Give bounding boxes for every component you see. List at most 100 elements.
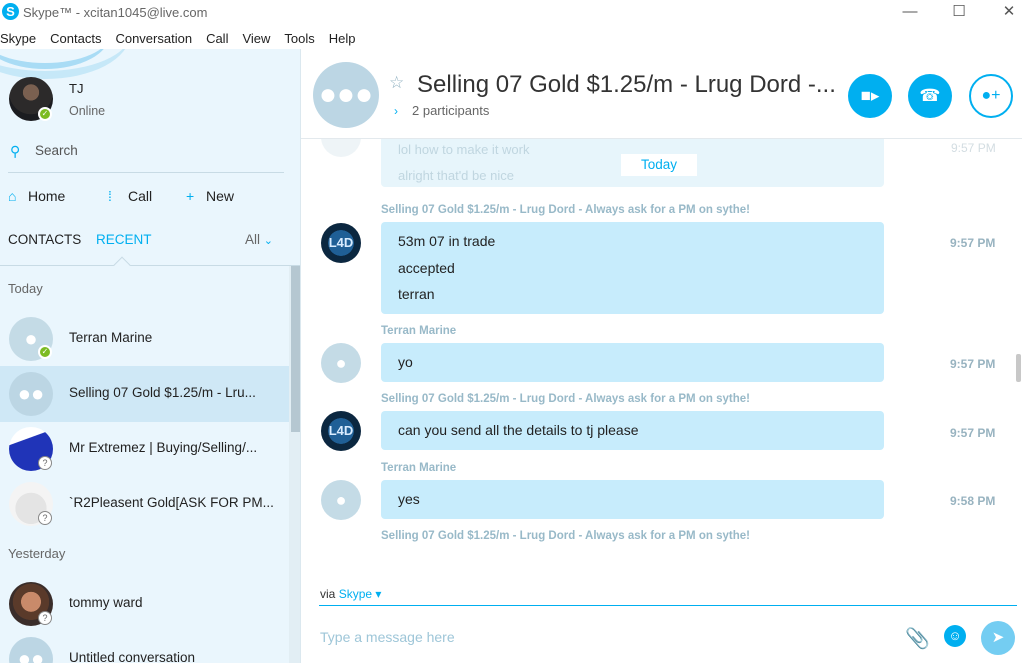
close-button[interactable]: ✕ [986, 0, 1022, 26]
home-button[interactable]: ⌂ Home [8, 186, 65, 210]
person-icon: ● [335, 490, 347, 510]
menu-help[interactable]: Help [329, 29, 356, 49]
window-title: Skype™ - xcitan1045@live.com [23, 5, 208, 20]
paperclip-icon[interactable]: 📎 [905, 626, 930, 651]
person-icon: ● [335, 353, 347, 373]
message-scrollbar[interactable] [1016, 354, 1021, 382]
menu-call[interactable]: Call [206, 29, 228, 49]
profile-name: TJ [69, 81, 84, 96]
contact-name: `R2Pleasent Gold[ASK FOR PM... [69, 495, 274, 510]
list-item[interactable]: ? tommy ward [0, 576, 289, 632]
message-time: 9:57 PM [950, 357, 996, 371]
typing-sender: Selling 07 Gold $1.25/m - Lrug Dord - Al… [381, 530, 750, 542]
send-button[interactable]: ➤ [981, 621, 1015, 655]
message-sender: Selling 07 Gold $1.25/m - Lrug Dord - Al… [381, 393, 750, 405]
new-label: New [206, 188, 235, 204]
menu-skype[interactable]: Skype [0, 29, 36, 49]
group-label-today: Today [8, 281, 43, 296]
skype-logo-icon: S [2, 3, 19, 20]
message-input[interactable]: Type a message here [320, 629, 455, 645]
unknown-status-icon: ? [38, 611, 52, 625]
avatar[interactable]: L4D [321, 223, 361, 263]
phone-icon: ☎ [919, 86, 941, 105]
avatar: ●● [9, 637, 53, 663]
message-time: 9:57 PM [950, 236, 996, 250]
title-bar: S Skype™ - xcitan1045@live.com — ☐ ✕ [0, 0, 1022, 26]
menu-bar: Skype Contacts Conversation Call View To… [0, 29, 370, 49]
group-icon: ●● [17, 381, 45, 406]
search-icon: ⚲ [10, 143, 21, 159]
video-call-button[interactable]: ■▸ [848, 74, 892, 118]
message-bubble[interactable]: 53m 07 in trade accepted terran [381, 222, 884, 314]
list-item[interactable]: ●● Selling 07 Gold $1.25/m - Lru... [0, 366, 289, 422]
send-arrow-icon: ➤ [991, 629, 1005, 646]
message-text: yes [398, 491, 420, 507]
conversation-title[interactable]: Selling 07 Gold $1.25/m - Lrug Dord -... [417, 71, 836, 99]
favorite-star-icon[interactable]: ☆ [389, 73, 404, 93]
sidebar-scrollbar[interactable] [289, 266, 300, 663]
message-bubble[interactable]: yo [381, 343, 884, 382]
message-bubble[interactable]: can you send all the details to tj pleas… [381, 411, 884, 450]
message-text: yo [398, 354, 413, 370]
call-button[interactable]: ⁞ Call [108, 186, 152, 210]
avatar [321, 139, 361, 157]
online-status-icon: ✓ [38, 107, 52, 121]
search-box[interactable]: ⚲ Search [8, 143, 284, 173]
contact-name: Untitled conversation [69, 650, 196, 663]
profile-status[interactable]: Online [69, 104, 105, 118]
group-label-yesterday: Yesterday [8, 546, 66, 561]
message-time: 9:57 PM [950, 426, 996, 440]
message-text: terran [398, 286, 435, 302]
new-button[interactable]: + New [186, 186, 234, 210]
add-participant-button[interactable]: ●+ [969, 74, 1013, 118]
via-prefix: via [320, 587, 336, 601]
tab-contacts[interactable]: CONTACTS [8, 232, 81, 247]
scrollbar-thumb[interactable] [291, 266, 300, 432]
conversation-avatar[interactable]: ●●● [313, 62, 379, 128]
message-time: 9:57 PM [951, 141, 996, 155]
video-camera-icon: ■▸ [860, 86, 880, 105]
contact-name: Terran Marine [69, 330, 153, 345]
via-service-selector[interactable]: via Skype ▾ [320, 587, 381, 601]
profile-card[interactable]: ✓ TJ Online [0, 49, 300, 129]
active-tab-indicator [113, 256, 131, 274]
message-text: accepted [398, 259, 455, 276]
participants-count: 2 participants [412, 103, 490, 118]
home-label: Home [28, 188, 66, 204]
menu-view[interactable]: View [242, 29, 270, 49]
avatar[interactable]: L4D [321, 411, 361, 451]
logo-text: L4D [328, 235, 354, 250]
message-text: can you send all the details to tj pleas… [398, 422, 639, 438]
search-label: Search [35, 143, 78, 158]
filter-dropdown[interactable]: All ⌄ [245, 232, 273, 247]
menu-contacts[interactable]: Contacts [50, 29, 101, 49]
menu-conversation[interactable]: Conversation [115, 29, 192, 49]
list-item[interactable]: ? Mr Extremez | Buying/Selling/... [0, 421, 289, 477]
conversation-pane: ●●● ☆ Selling 07 Gold $1.25/m - Lrug Dor… [301, 49, 1022, 663]
compose-divider [319, 605, 1017, 606]
sidebar-actions: ⌂ Home ⁞ Call + New [0, 186, 300, 210]
unknown-status-icon: ? [38, 511, 52, 525]
minimize-button[interactable]: — [887, 0, 933, 26]
emoticon-icon[interactable]: ☺ [944, 625, 966, 647]
message-sender: Terran Marine [381, 462, 457, 474]
message-bubble[interactable]: yes [381, 480, 884, 519]
avatar[interactable]: ● [321, 480, 361, 520]
list-item[interactable]: ●● Untitled conversation [0, 631, 289, 663]
menu-tools[interactable]: Tools [284, 29, 314, 49]
avatar[interactable]: ● [321, 343, 361, 383]
group-icon: ●● [17, 646, 45, 663]
group-icon: ●●● [318, 78, 374, 111]
via-service: Skype [338, 587, 373, 601]
contact-tabs: CONTACTS RECENT All ⌄ [0, 232, 300, 274]
message-sender: Terran Marine [381, 325, 457, 337]
list-item[interactable]: ? `R2Pleasent Gold[ASK FOR PM... [0, 476, 289, 532]
maximize-button[interactable]: ☐ [936, 0, 982, 26]
list-item[interactable]: ● ✓ Terran Marine [0, 311, 289, 367]
contact-name: Selling 07 Gold $1.25/m - Lru... [69, 385, 256, 400]
participants-toggle[interactable]: › 2 participants [394, 103, 489, 118]
audio-call-button[interactable]: ☎ [908, 74, 952, 118]
home-icon: ⌂ [8, 188, 17, 204]
tab-recent[interactable]: RECENT [96, 232, 152, 247]
unknown-status-icon: ? [38, 456, 52, 470]
